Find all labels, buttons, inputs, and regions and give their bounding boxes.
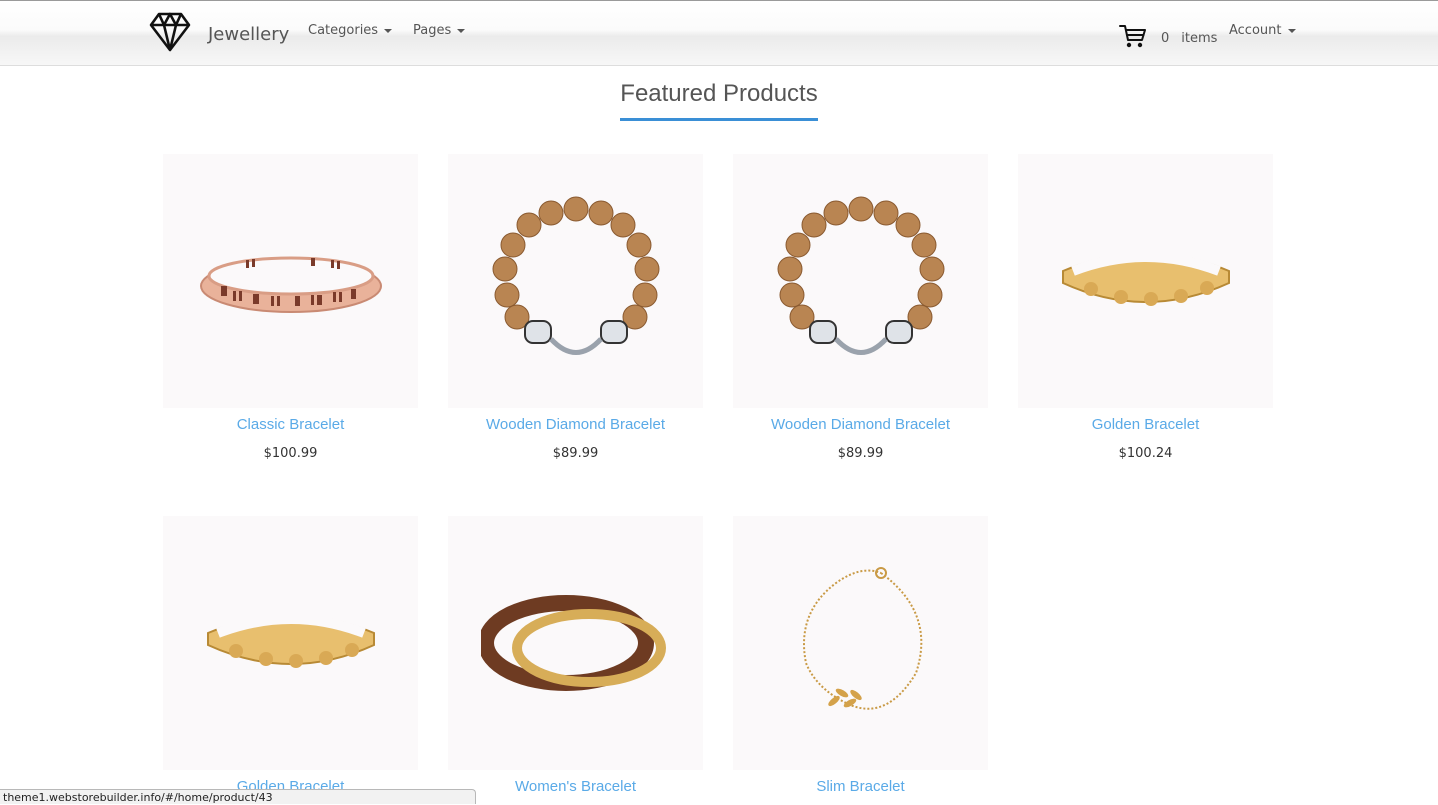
top-navbar: Jewellery Categories Pages 0 items Accou…: [0, 0, 1438, 66]
section-heading: Featured Products: [0, 80, 1438, 121]
product-name-link[interactable]: Women's Bracelet: [448, 778, 703, 795]
product-image[interactable]: [448, 154, 703, 408]
product-card: Slim Bracelet: [733, 516, 988, 795]
product-image[interactable]: [163, 154, 418, 408]
wooden-bead-bracelet-icon: [492, 196, 659, 355]
pages-label: Pages: [413, 23, 452, 38]
product-name-link[interactable]: Wooden Diamond Bracelet: [733, 416, 988, 433]
cart-link[interactable]: 0 items: [1119, 23, 1217, 53]
product-price: $89.99: [837, 446, 884, 461]
product-name-link[interactable]: Slim Bracelet: [733, 778, 988, 795]
caret-down-icon: [457, 28, 466, 33]
product-name-link[interactable]: Golden Bracelet: [1018, 416, 1273, 433]
product-name-link[interactable]: Classic Bracelet: [163, 416, 418, 433]
gold-cuff-icon: [1061, 252, 1230, 306]
browser-status-bar: theme1.webstorebuilder.info/#/home/produ…: [0, 789, 476, 804]
caret-down-icon: [384, 28, 393, 33]
product-image[interactable]: [1018, 154, 1273, 408]
brand-link[interactable]: Jewellery: [148, 11, 289, 58]
shopping-cart-icon: [1119, 23, 1147, 53]
cart-items-label: items: [1181, 30, 1218, 46]
product-image[interactable]: [733, 154, 988, 408]
product-image[interactable]: [163, 516, 418, 770]
gold-chain-bracelet-icon: [802, 567, 922, 710]
diamond-logo-icon: [148, 11, 192, 58]
caret-down-icon: [1287, 28, 1296, 33]
brand-name: Jewellery: [208, 24, 290, 45]
categories-dropdown[interactable]: Categories: [308, 23, 393, 38]
categories-label: Categories: [308, 23, 379, 38]
gold-cuff-icon: [206, 614, 375, 668]
product-name-link[interactable]: Wooden Diamond Bracelet: [448, 416, 703, 433]
product-image[interactable]: [733, 516, 988, 770]
product-card: Wooden Diamond Bracelet $89.99: [448, 154, 703, 461]
wood-gold-bangle-icon: [480, 595, 666, 691]
product-price: $100.24: [1118, 446, 1173, 461]
product-card: Golden Bracelet $100.24: [1018, 154, 1273, 461]
account-label: Account: [1229, 23, 1282, 38]
product-card: Wooden Diamond Bracelet $89.99: [733, 154, 988, 461]
product-image[interactable]: [448, 516, 703, 770]
cart-count: 0: [1161, 30, 1170, 46]
product-price: $100.99: [263, 446, 318, 461]
product-card: Women's Bracelet: [448, 516, 703, 795]
product-card: Classic Bracelet $100.99: [163, 154, 418, 461]
product-price: $89.99: [552, 446, 599, 461]
product-card: Golden Bracelet: [163, 516, 418, 795]
pages-dropdown[interactable]: Pages: [413, 23, 466, 38]
rose-gold-bangle-icon: [199, 256, 382, 313]
featured-products-title: Featured Products: [620, 80, 818, 121]
account-dropdown[interactable]: Account: [1229, 23, 1296, 38]
wooden-bead-bracelet-icon: [777, 196, 944, 355]
